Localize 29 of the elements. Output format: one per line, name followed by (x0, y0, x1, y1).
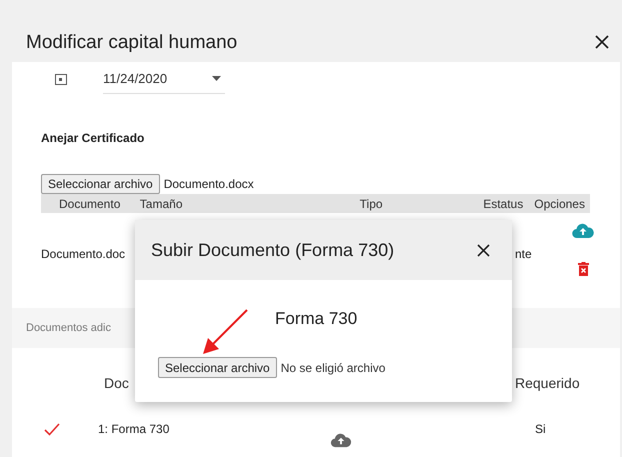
form-name: Forma 730 (275, 308, 358, 330)
window-title: Modificar capital humano (26, 32, 238, 54)
file-select-button[interactable]: Seleccionar archivo (41, 174, 160, 194)
table-cell-text: 1: Forma 730 (98, 421, 170, 438)
close-icon (595, 35, 609, 49)
file-select-button[interactable]: Seleccionar archivo (158, 357, 277, 378)
column-header: Estatus (483, 196, 524, 212)
dialog-title: Subir Documento (Forma 730) (151, 238, 394, 262)
column-header: Tipo (358, 196, 384, 212)
file-name: Documento.docx (164, 176, 254, 193)
section-title: Anejar Certificado (41, 131, 144, 145)
column-header: Opciones (534, 196, 586, 212)
close-icon (476, 244, 490, 256)
dropdown-caret-icon (212, 76, 221, 81)
table-cell-text: Documento.doc (41, 246, 126, 263)
column-header: Tamaño (140, 196, 184, 212)
upload-cloud-icon (330, 433, 352, 448)
section-title: Documentos adic (26, 320, 111, 336)
table-cell-text: Si (535, 421, 546, 438)
column-header: Requerido (515, 374, 580, 393)
column-header: Doc (104, 374, 129, 393)
delete-icon (578, 262, 589, 276)
calendar-icon (55, 74, 67, 84)
column-header: Documento (58, 196, 122, 212)
upload-cloud-icon (572, 223, 594, 239)
arrow-icon (203, 309, 248, 354)
table-cell-text: nte (515, 246, 532, 263)
date-field[interactable]: 11/24/2020 (103, 64, 225, 94)
file-status: No se eligió archivo (280, 360, 386, 376)
